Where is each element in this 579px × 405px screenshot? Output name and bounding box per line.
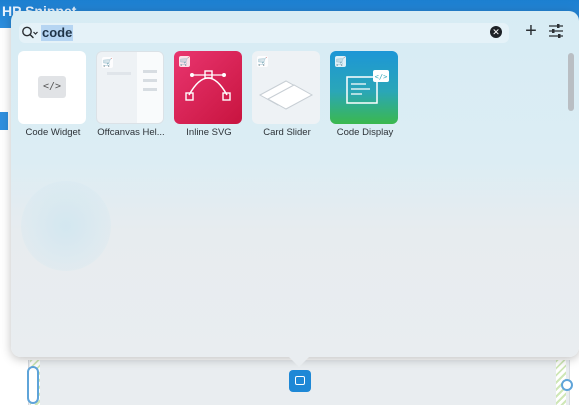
search-icon[interactable] [21,25,39,41]
cart-icon: 🛒 [102,57,113,68]
add-block-icon [295,376,305,385]
cart-icon: 🛒 [179,56,190,67]
svg-text:</>: </> [375,73,388,81]
cart-icon: 🛒 [335,56,346,67]
resize-handle-right[interactable] [561,379,573,391]
clear-icon: ✕ [492,27,500,37]
cart-icon: 🛒 [257,56,268,67]
thumbnail: </> [18,51,86,124]
resize-handle-left[interactable] [27,366,39,404]
search-input[interactable]: code [41,25,74,41]
result-label: Code Widget [25,127,81,138]
code-brackets-icon: </> [38,76,66,98]
scrollbar[interactable] [568,53,574,111]
block-inserter-popover: code ✕ + </> Code Widget 🛒 Offcanvas Hel… [11,11,579,357]
clear-search-button[interactable]: ✕ [490,26,502,38]
thumbnail: 🛒 [96,51,164,124]
plus-icon: + [525,20,537,42]
thumbnail: </> 🛒 [330,51,398,124]
thumbnail: 🛒 [252,51,320,124]
add-button[interactable]: + [522,21,540,41]
sliders-icon[interactable] [548,24,564,38]
search-field[interactable]: code [19,23,509,43]
popover-arrow [288,356,310,367]
result-label: Offcanvas Hel... [97,127,165,138]
side-tab[interactable] [0,112,8,130]
result-label: Card Slider [263,127,311,138]
result-label: Code Display [336,127,394,138]
thumbnail: 🛒 [174,51,242,124]
result-label: Inline SVG [186,127,232,138]
background-decoration [21,181,111,271]
add-block-button[interactable] [289,370,311,392]
